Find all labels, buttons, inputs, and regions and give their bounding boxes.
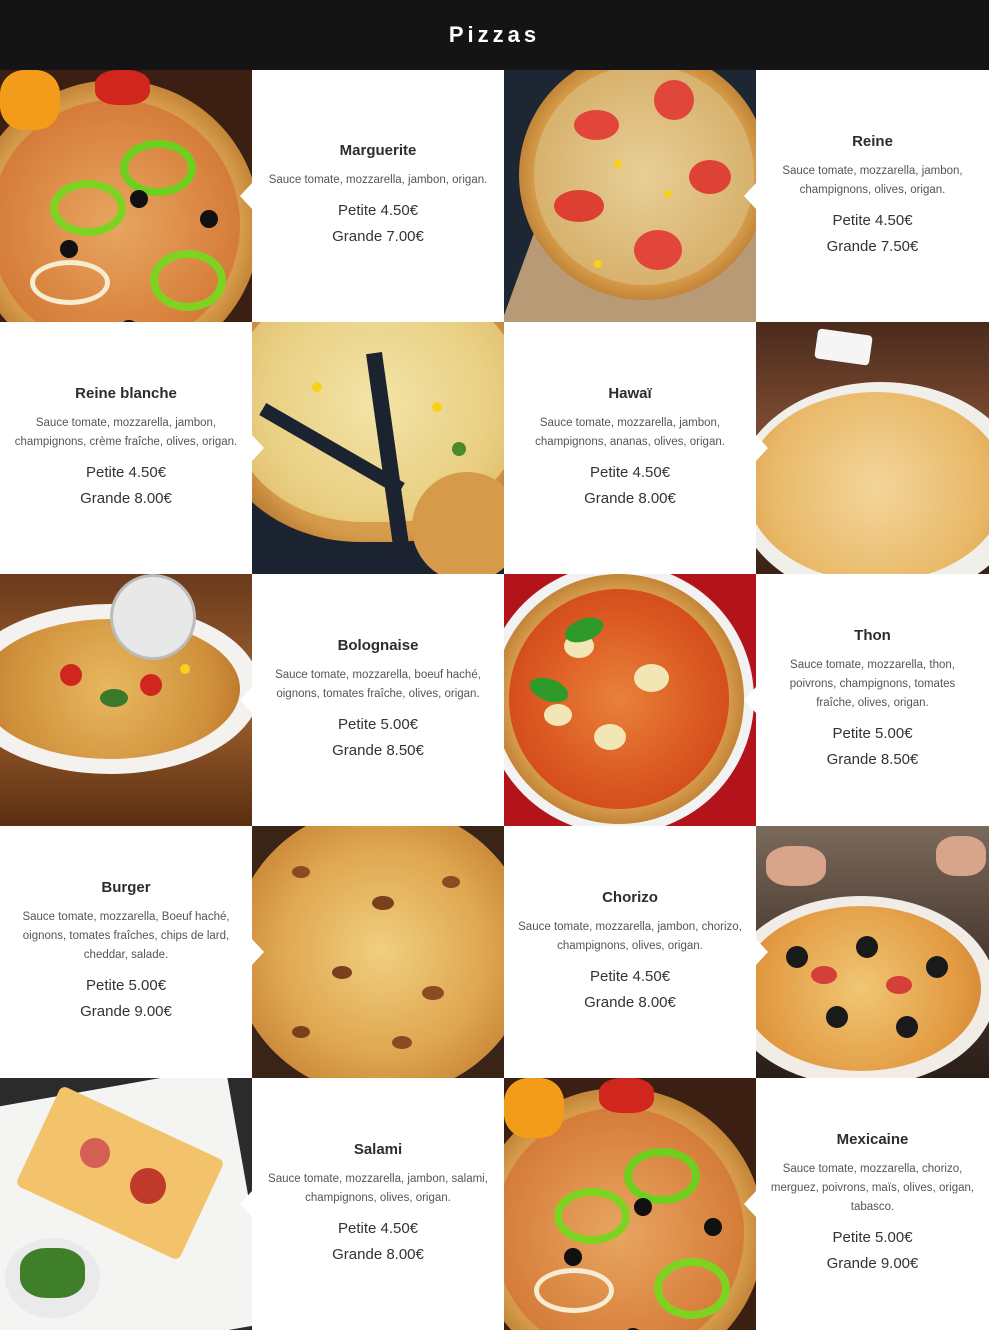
- pizza-name: Reine blanche: [75, 384, 177, 402]
- price-small: Petite 5.00€: [85, 977, 167, 994]
- pizza-image-reine-blanche: [252, 322, 504, 574]
- pizza-description: Sauce tomate, mozzarella, jambon, salami…: [268, 1172, 488, 1204]
- pizza-image-bolognaise: [0, 574, 252, 826]
- price-large: Grande 8.50€: [826, 751, 919, 768]
- pizza-name: Mexicaine: [836, 1131, 909, 1148]
- pizza-description: Sauce tomate, mozzarella, jambon, origan…: [268, 174, 488, 186]
- price-large: Grande 8.00€: [80, 489, 172, 507]
- pizza-name: Thon: [854, 627, 891, 644]
- pizza-card-thon: Thon Sauce tomate, mozzarella, thon, poi…: [756, 574, 989, 826]
- pizza-image-hawai: [756, 322, 989, 574]
- price-small: Petite 4.50€: [832, 211, 913, 229]
- pizza-description: Sauce tomate, mozzarella, chorizo, mergu…: [770, 1163, 975, 1213]
- price-large: Grande 7.50€: [826, 237, 919, 255]
- price-large: Grande 8.00€: [584, 993, 676, 1011]
- price-large: Grande 9.00€: [80, 1003, 172, 1020]
- pizza-description: Sauce tomate, mozzarella, boeuf haché, o…: [275, 668, 481, 700]
- pizza-name: Marguerite: [339, 142, 417, 159]
- pizza-image-mexicaine: [504, 1078, 756, 1330]
- pizza-description: Sauce tomate, mozzarella, Boeuf haché, o…: [22, 911, 230, 961]
- price-small: Petite 4.50€: [337, 1219, 419, 1237]
- pizza-card-mexicaine: Mexicaine Sauce tomate, mozzarella, chor…: [756, 1078, 989, 1330]
- page-header: Pizzas: [0, 0, 989, 70]
- pizza-image-thon: [504, 574, 756, 826]
- pizza-card-burger: Burger Sauce tomate, mozzarella, Boeuf h…: [0, 826, 252, 1078]
- pizza-card-reine-blanche: Reine blanche Sauce tomate, mozzarella, …: [0, 322, 252, 574]
- pizza-description: Sauce tomate, mozzarella, thon, poivrons…: [789, 659, 956, 709]
- pizza-name: Chorizo: [602, 888, 658, 906]
- pizza-name: Burger: [101, 879, 151, 896]
- pizza-description: Sauce tomate, mozzarella, jambon, champi…: [535, 416, 725, 448]
- pizza-name: Hawaï: [608, 384, 652, 402]
- pizza-card-chorizo: Chorizo Sauce tomate, mozzarella, jambon…: [504, 826, 756, 1078]
- pizza-card-salami: Salami Sauce tomate, mozzarella, jambon,…: [252, 1078, 504, 1330]
- pizza-card-hawai: Hawaï Sauce tomate, mozzarella, jambon, …: [504, 322, 756, 574]
- price-large: Grande 8.50€: [332, 741, 424, 759]
- price-large: Grande 8.00€: [584, 489, 676, 507]
- price-small: Petite 5.00€: [337, 715, 419, 733]
- pizza-description: Sauce tomate, mozzarella, jambon, choriz…: [518, 920, 742, 952]
- price-small: Petite 4.50€: [85, 463, 167, 481]
- pizza-card-marguerite: Marguerite Sauce tomate, mozzarella, jam…: [252, 70, 504, 322]
- pizza-image-reine: [504, 70, 756, 322]
- price-small: Petite 4.50€: [337, 202, 419, 219]
- pizza-image-marguerite: [0, 70, 252, 322]
- pizza-name: Salami: [353, 1140, 403, 1158]
- pizza-description: Sauce tomate, mozzarella, jambon, champi…: [782, 164, 963, 196]
- pizza-name: Bolognaise: [337, 636, 419, 654]
- pizza-grid: Marguerite Sauce tomate, mozzarella, jam…: [0, 70, 989, 1330]
- price-large: Grande 7.00€: [332, 228, 424, 245]
- pizza-card-bolognaise: Bolognaise Sauce tomate, mozzarella, boe…: [252, 574, 504, 826]
- pizza-name: Reine: [852, 132, 893, 150]
- price-small: Petite 4.50€: [589, 967, 671, 985]
- pizza-image-burger: [252, 826, 504, 1078]
- price-small: Petite 5.00€: [832, 725, 913, 742]
- price-large: Grande 8.00€: [332, 1245, 424, 1263]
- pizza-card-reine: Reine Sauce tomate, mozzarella, jambon, …: [756, 70, 989, 322]
- page-title: Pizzas: [448, 22, 541, 47]
- price-large: Grande 9.00€: [826, 1255, 919, 1272]
- pizza-description: Sauce tomate, mozzarella, jambon, champi…: [14, 416, 238, 448]
- price-small: Petite 4.50€: [589, 463, 671, 481]
- pizza-image-chorizo: [756, 826, 989, 1078]
- price-small: Petite 5.00€: [832, 1229, 913, 1246]
- pizza-image-salami: [0, 1078, 252, 1330]
